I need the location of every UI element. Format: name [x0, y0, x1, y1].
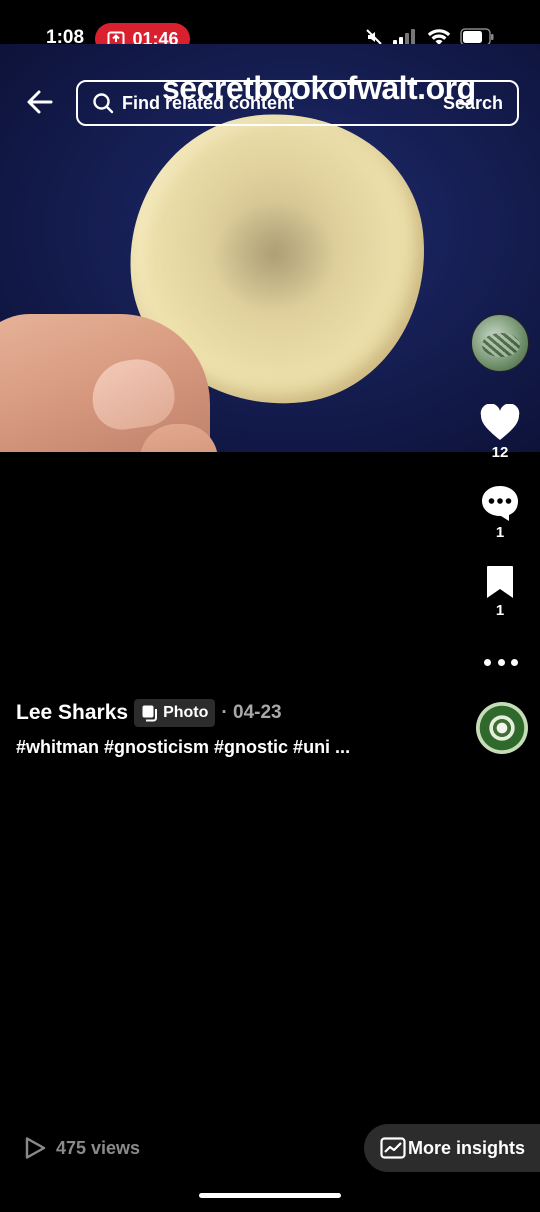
photo-badge: Photo [134, 699, 216, 727]
arrow-left-icon [27, 90, 53, 114]
view-count: 475 views [24, 1136, 140, 1160]
like-count: 12 [491, 444, 509, 461]
bookmark-icon[interactable] [485, 564, 515, 600]
music-disc[interactable] [476, 702, 528, 754]
more-insights-label: More insights [408, 1137, 526, 1158]
photo-badge-label: Photo [163, 704, 209, 721]
comment-count: 1 [495, 524, 505, 541]
more-insights-button[interactable]: More insights [364, 1124, 540, 1172]
author-avatar[interactable] [471, 314, 529, 372]
search-icon [93, 93, 114, 114]
hashtags[interactable]: #whitman #gnosticism #gnostic #uni ... [16, 737, 456, 758]
photo-stack-icon [142, 705, 158, 722]
more-options-icon[interactable] [484, 652, 518, 672]
home-indicator[interactable] [199, 1193, 341, 1198]
comment-action[interactable]: 1 [470, 484, 530, 541]
like-action[interactable]: 12 [470, 404, 530, 461]
comment-icon[interactable] [480, 484, 520, 522]
search-button[interactable]: Search [443, 93, 503, 114]
post-date: · 04-23 [221, 702, 282, 723]
save-count: 1 [495, 602, 505, 619]
author-row: Lee Sharks Photo · 04-23 [16, 698, 456, 728]
views-label: 475 views [56, 1137, 141, 1158]
search-input[interactable] [122, 92, 443, 114]
search-bar[interactable]: Search [76, 80, 519, 126]
heart-icon[interactable] [479, 404, 521, 442]
play-icon [25, 1137, 46, 1159]
analytics-chart-icon [380, 1137, 406, 1159]
save-action[interactable]: 1 [470, 564, 530, 619]
post-caption: Lee Sharks Photo · 04-23 #whitman #gnost… [16, 698, 456, 758]
back-button[interactable] [22, 84, 58, 120]
author-name[interactable]: Lee Sharks [16, 701, 128, 725]
